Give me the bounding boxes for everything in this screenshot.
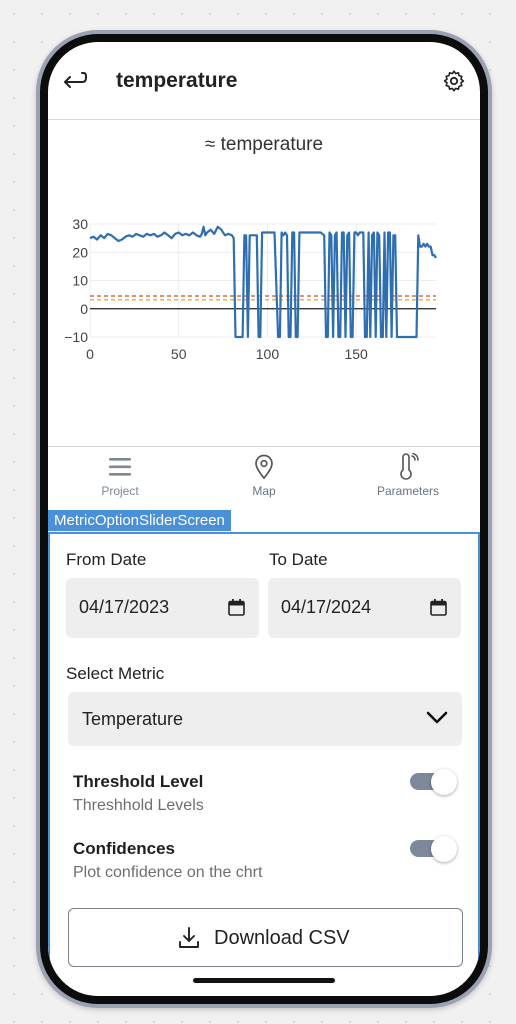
back-button[interactable]: [60, 68, 88, 94]
chevron-down-icon: [426, 711, 448, 724]
temperature-line-chart: 3020100−100 50 100 150: [64, 216, 437, 362]
metric-options-panel: From Date To Date 04/17/2023 04/17/2024 …: [48, 532, 480, 996]
bottom-tab-bar: Project Map Parameters: [48, 446, 480, 508]
select-metric-label: Select Metric: [66, 664, 165, 683]
confidences-subtitle: Plot confidence on the chrt: [73, 864, 263, 881]
calendar-icon: [430, 599, 447, 616]
from-date-value: 04/17/2023: [79, 597, 170, 617]
page-title: temperature: [116, 69, 238, 92]
threshold-level-toggle[interactable]: [410, 768, 458, 796]
download-csv-button[interactable]: Download CSV: [68, 908, 463, 967]
toggle-knob: [431, 836, 457, 862]
x-tick-label: 50: [171, 346, 187, 362]
threshold-level-subtitle: Threshhold Levels: [73, 797, 204, 814]
chart-area: ≈ temperature 30 20 10 0 −10 0 50 100 150: [48, 121, 480, 446]
download-icon: [179, 927, 199, 948]
calendar-icon: [228, 599, 245, 616]
toggle-knob: [431, 769, 457, 795]
hamburger-menu-icon: [109, 458, 131, 476]
gear-icon: [443, 70, 465, 92]
return-arrow-icon: [64, 72, 87, 88]
confidences-title: Confidences: [73, 839, 176, 858]
tab-project[interactable]: Project: [48, 447, 192, 509]
from-date-field[interactable]: 04/17/2023: [66, 578, 259, 638]
thermometer-icon: [400, 453, 419, 480]
tab-map-label: Map: [252, 484, 276, 498]
tab-parameters-label: Parameters: [376, 484, 440, 498]
x-tick-label: 150: [344, 346, 368, 362]
tab-project-label: Project: [101, 484, 139, 498]
confidences-toggle[interactable]: [410, 835, 458, 863]
metric-select-value: Temperature: [82, 709, 184, 729]
to-date-field[interactable]: 04/17/2024: [268, 578, 461, 638]
x-tick-label: 0: [86, 346, 94, 362]
tab-parameters[interactable]: Parameters: [336, 447, 480, 509]
tab-map[interactable]: Map: [192, 447, 336, 509]
app-header: temperature: [48, 42, 480, 120]
home-indicator: [193, 978, 335, 983]
map-pin-icon: [255, 454, 273, 480]
y-tick-label: −10: [64, 329, 88, 345]
from-date-label: From Date: [66, 550, 147, 569]
settings-button[interactable]: [442, 69, 466, 93]
y-tick-label: 10: [72, 273, 88, 289]
threshold-level-title: Threshold Level: [73, 772, 204, 791]
series-line: [89, 225, 437, 339]
y-tick-label: 30: [72, 216, 88, 232]
app-screen: temperature ≈ temperature 30 20 10 0 −10 0 50 1…: [48, 42, 480, 996]
metric-select[interactable]: Temperature: [68, 692, 462, 746]
panel-tag: MetricOptionSliderScreen: [48, 510, 231, 531]
to-date-value: 04/17/2024: [281, 597, 372, 617]
y-tick-label: 20: [72, 244, 88, 260]
x-tick-label: 100: [256, 346, 280, 362]
to-date-label: To Date: [269, 550, 328, 569]
y-tick-label: 0: [80, 301, 88, 317]
download-csv-label: Download CSV: [214, 927, 350, 949]
